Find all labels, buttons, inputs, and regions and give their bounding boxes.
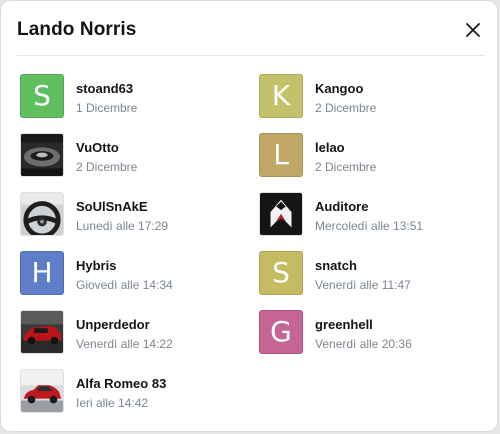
dialog-header: Lando Norris bbox=[1, 1, 497, 57]
avatar-letter: S bbox=[33, 79, 51, 112]
list-item-user[interactable]: G greenhell Venerdì alle 20:36 bbox=[259, 307, 489, 354]
red-race-car-photo bbox=[20, 310, 64, 354]
user-name[interactable]: greenhell bbox=[315, 317, 373, 332]
user-name[interactable]: snatch bbox=[315, 258, 357, 273]
list-item-user[interactable]: L lelao 2 Dicembre bbox=[259, 130, 489, 177]
list-item-user[interactable]: Unperdedor Venerdì alle 14:22 bbox=[20, 307, 250, 354]
user-date: Venerdì alle 14:22 bbox=[76, 337, 173, 351]
user-date: Mercoledì alle 13:51 bbox=[315, 219, 424, 233]
avatar-letter: L bbox=[273, 138, 289, 171]
user-date: Venerdì alle 11:47 bbox=[315, 278, 411, 292]
user-date: Venerdì alle 20:36 bbox=[315, 337, 412, 351]
user-name[interactable]: stoand63 bbox=[76, 81, 133, 96]
avatar: H bbox=[20, 251, 64, 295]
steering-wheel-photo bbox=[20, 192, 64, 236]
list-item-user[interactable]: Alfa Romeo 83 Ieri alle 14:42 bbox=[20, 366, 250, 413]
user-name[interactable]: lelao bbox=[315, 140, 345, 155]
user-date: Ieri alle 14:42 bbox=[76, 396, 149, 410]
car-interior-dark-photo bbox=[20, 133, 64, 177]
avatar: S bbox=[259, 251, 303, 295]
red-sedan-photo bbox=[20, 369, 64, 413]
user-date: 2 Dicembre bbox=[315, 101, 377, 115]
user-name[interactable]: Kangoo bbox=[315, 81, 363, 96]
user-name[interactable]: Alfa Romeo 83 bbox=[76, 376, 166, 391]
dialog-title: Lando Norris bbox=[17, 19, 137, 40]
hooded-assassin-logo bbox=[259, 192, 303, 236]
user-list-dialog: Lando Norris S stoand63 1 Dicembre K Kan… bbox=[0, 0, 498, 432]
list-item-user[interactable]: S stoand63 1 Dicembre bbox=[20, 71, 250, 118]
list-item-user[interactable]: Auditore Mercoledì alle 13:51 bbox=[259, 189, 489, 236]
user-name[interactable]: Auditore bbox=[315, 199, 368, 214]
avatar: S bbox=[20, 74, 64, 118]
avatar-letter: H bbox=[31, 256, 53, 289]
user-name[interactable]: Unperdedor bbox=[76, 317, 150, 332]
list-item-user[interactable]: H Hybris Giovedì alle 14:34 bbox=[20, 248, 250, 295]
header-divider bbox=[17, 55, 485, 56]
list-item-user[interactable]: K Kangoo 2 Dicembre bbox=[259, 71, 489, 118]
user-date: 2 Dicembre bbox=[315, 160, 377, 174]
user-name[interactable]: SoUlSnAkE bbox=[76, 199, 148, 214]
user-date: Giovedì alle 14:34 bbox=[76, 278, 173, 292]
user-date: 2 Dicembre bbox=[76, 160, 138, 174]
avatar: G bbox=[259, 310, 303, 354]
avatar: L bbox=[259, 133, 303, 177]
avatar: K bbox=[259, 74, 303, 118]
user-name[interactable]: VuOtto bbox=[76, 140, 119, 155]
list-item-user[interactable]: SoUlSnAkE Lunedì alle 17:29 bbox=[20, 189, 250, 236]
user-name[interactable]: Hybris bbox=[76, 258, 116, 273]
user-list: S stoand63 1 Dicembre K Kangoo 2 Dicembr… bbox=[1, 71, 497, 431]
user-date: Lunedì alle 17:29 bbox=[76, 219, 169, 233]
list-item-user[interactable]: VuOtto 2 Dicembre bbox=[20, 130, 250, 177]
user-date: 1 Dicembre bbox=[76, 101, 138, 115]
avatar-letter: K bbox=[271, 79, 291, 112]
list-item-user[interactable]: S snatch Venerdì alle 11:47 bbox=[259, 248, 489, 295]
avatar-letter: G bbox=[270, 315, 292, 348]
close-icon[interactable] bbox=[463, 20, 483, 40]
avatar-letter: S bbox=[272, 256, 290, 289]
